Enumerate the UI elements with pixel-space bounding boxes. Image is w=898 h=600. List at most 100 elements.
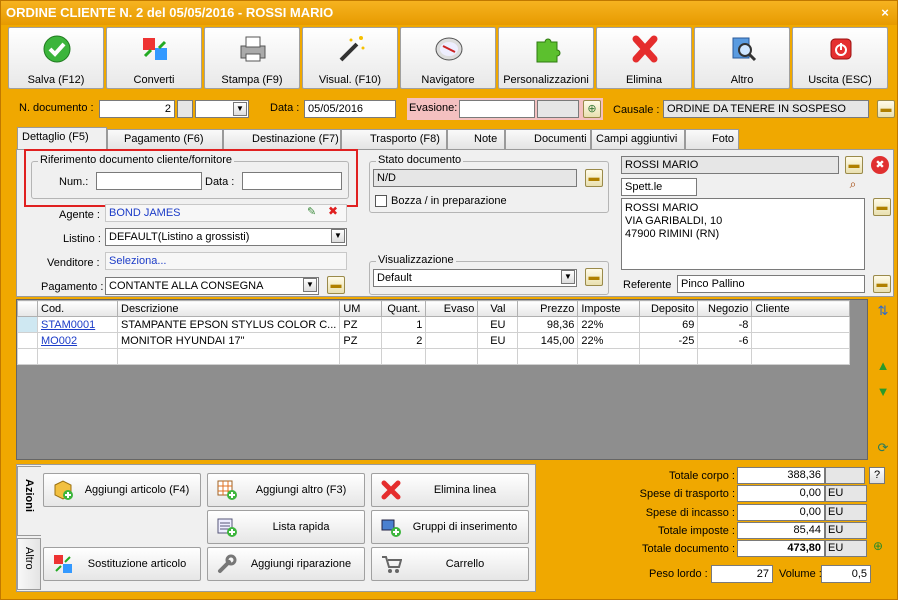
cell-evaso[interactable] <box>425 332 479 349</box>
cell-deposito[interactable]: 69 <box>639 316 699 333</box>
venditore-field[interactable]: Seleziona... <box>105 252 347 270</box>
add-repair-button[interactable]: Aggiungi riparazione <box>207 547 365 581</box>
totale-imposte-field[interactable]: 85,44 <box>737 522 825 539</box>
col-deposito[interactable]: Deposito <box>639 300 699 317</box>
tab-destinazione[interactable]: Destinazione (F7) <box>223 129 341 149</box>
tab-trasporto[interactable]: Trasporto (F8) <box>341 129 447 149</box>
tab-campi-aggiuntivi[interactable]: Campi aggiuntivi <box>591 129 685 149</box>
col-imposte[interactable]: Imposte <box>577 300 641 317</box>
add-other-button[interactable]: Aggiungi altro (F3) <box>207 473 365 507</box>
cell-evaso[interactable] <box>425 316 479 333</box>
totale-documento-field[interactable]: 473,80 <box>737 540 825 557</box>
rif-num-field[interactable] <box>96 172 202 190</box>
cell-val[interactable]: EU <box>477 332 519 349</box>
col-val[interactable]: Val <box>477 300 519 317</box>
listino-select[interactable]: DEFAULT(Listino a grossisti) <box>105 228 347 246</box>
stato-field[interactable]: N/D <box>373 169 577 187</box>
zoom-icon[interactable]: ⊕ <box>869 539 887 557</box>
convert-button[interactable]: Converti <box>106 27 202 89</box>
cell-quant[interactable]: 2 <box>381 332 427 349</box>
exit-button[interactable]: Uscita (ESC) <box>792 27 888 89</box>
col-negozio[interactable]: Negozio <box>697 300 753 317</box>
causale-field[interactable]: ORDINE DA TENERE IN SOSPESO <box>663 100 869 118</box>
pagamento-select[interactable]: CONTANTE ALLA CONSEGNA <box>105 277 319 295</box>
move-down-icon[interactable]: ▼ <box>874 383 892 401</box>
col-cod[interactable]: Cod. <box>37 300 118 317</box>
insert-groups-button[interactable]: Gruppi di inserimento <box>371 510 529 544</box>
referente-field[interactable]: Pinco Pallino <box>677 275 865 293</box>
cell-deposito[interactable]: -25 <box>639 332 699 349</box>
cliente-folder-icon[interactable]: ▬ <box>845 156 863 174</box>
cell-imposte[interactable]: 22% <box>577 316 641 333</box>
sort-arrows-icon[interactable]: ⇅ <box>874 302 892 320</box>
spese-trasporto-field[interactable]: 0,00 <box>737 485 825 502</box>
tab-pagamento[interactable]: Pagamento (F6) <box>107 129 223 149</box>
close-icon[interactable]: × <box>877 5 893 21</box>
cell-negozio[interactable]: -6 <box>697 332 753 349</box>
cell-cliente[interactable] <box>751 332 851 349</box>
other-button[interactable]: Altro <box>694 27 790 89</box>
cell-quant[interactable]: 1 <box>381 316 427 333</box>
evasione-extra-field[interactable] <box>537 100 579 118</box>
table-row[interactable]: STAM0001 STAMPANTE EPSON STYLUS COLOR C.… <box>17 316 851 333</box>
cliente-search-icon[interactable]: ⌕ <box>843 177 863 195</box>
doc-series-select[interactable]: ▼ <box>195 100 249 118</box>
col-prezzo[interactable]: Prezzo <box>517 300 579 317</box>
doc-number-spin[interactable] <box>177 100 193 118</box>
cell-val[interactable]: EU <box>477 316 519 333</box>
volume-field[interactable]: 0,5 <box>821 565 871 583</box>
cell-desc[interactable]: STAMPANTE EPSON STYLUS COLOR C... <box>116 316 341 333</box>
delete-button[interactable]: Elimina <box>596 27 692 89</box>
cell-negozio[interactable]: -8 <box>697 316 753 333</box>
cliente-name-field[interactable]: ROSSI MARIO <box>621 156 839 174</box>
table-row-empty[interactable] <box>17 348 851 365</box>
date-field[interactable]: 05/05/2016 <box>304 100 396 118</box>
tab-documenti[interactable]: Documenti <box>505 129 591 149</box>
rif-data-field[interactable] <box>242 172 342 190</box>
pagamento-chevron-icon[interactable]: ▼ <box>303 278 317 292</box>
tab-dettaglio[interactable]: Dettaglio (F5) <box>17 127 107 149</box>
col-evaso[interactable]: Evaso <box>425 300 479 317</box>
view-button[interactable]: Visual. (F10) <box>302 27 398 89</box>
cell-cliente[interactable] <box>751 316 851 333</box>
tab-altro[interactable]: Altro <box>17 538 41 590</box>
cell-imposte[interactable]: 22% <box>577 332 641 349</box>
save-button[interactable]: Salva (F12) <box>8 27 104 89</box>
cliente-address-field[interactable]: ROSSI MARIO VIA GARIBALDI, 10 47900 RIMI… <box>621 198 865 270</box>
col-cliente[interactable]: Cliente <box>751 300 851 317</box>
cart-button[interactable]: Carrello <box>371 547 529 581</box>
col-quant[interactable]: Quant. <box>381 300 427 317</box>
tab-foto[interactable]: Foto <box>685 129 739 149</box>
cliente-title-field[interactable]: Spett.le <box>621 178 697 196</box>
totale-corpo-field[interactable]: 388,36 <box>737 467 825 484</box>
col-descrizione[interactable]: Descrizione <box>116 300 341 317</box>
spese-incasso-field[interactable]: 0,00 <box>737 504 825 521</box>
replace-article-button[interactable]: Sostituzione articolo <box>43 547 201 581</box>
row-selector[interactable] <box>17 316 38 333</box>
move-up-icon[interactable]: ▲ <box>874 357 892 375</box>
cell-cod[interactable]: STAM0001 <box>37 316 118 333</box>
stato-folder-icon[interactable]: ▬ <box>585 169 603 187</box>
help-button[interactable]: ? <box>869 467 885 484</box>
cell-prezzo[interactable]: 145,00 <box>517 332 579 349</box>
folder-icon[interactable]: ▬ <box>877 100 895 118</box>
referente-folder-icon[interactable]: ▬ <box>873 275 891 293</box>
cell-desc[interactable]: MONITOR HYUNDAI 17" <box>116 332 341 349</box>
col-um[interactable]: UM <box>339 300 383 317</box>
table-row[interactable]: MO002 MONITOR HYUNDAI 17" PZ 2 EU 145,00… <box>17 332 851 349</box>
listino-chevron-icon[interactable]: ▼ <box>331 229 345 243</box>
doc-number-field[interactable]: 2 <box>99 100 175 118</box>
visualizzazione-select[interactable]: Default <box>373 269 577 287</box>
quick-list-button[interactable]: Lista rapida <box>207 510 365 544</box>
clear-icon[interactable]: ✖ <box>328 204 338 218</box>
evasione-field[interactable] <box>459 100 535 118</box>
cell-um[interactable]: PZ <box>339 332 383 349</box>
print-button[interactable]: Stampa (F9) <box>204 27 300 89</box>
cell-um[interactable]: PZ <box>339 316 383 333</box>
bozza-checkbox[interactable] <box>375 195 387 207</box>
delete-line-button[interactable]: Elimina linea <box>371 473 529 507</box>
edit-icon[interactable]: ✎ <box>307 205 316 218</box>
cliente-remove-icon[interactable]: ✖ <box>871 156 889 174</box>
navigator-button[interactable]: Navigatore <box>400 27 496 89</box>
tab-note[interactable]: Note <box>447 129 505 149</box>
